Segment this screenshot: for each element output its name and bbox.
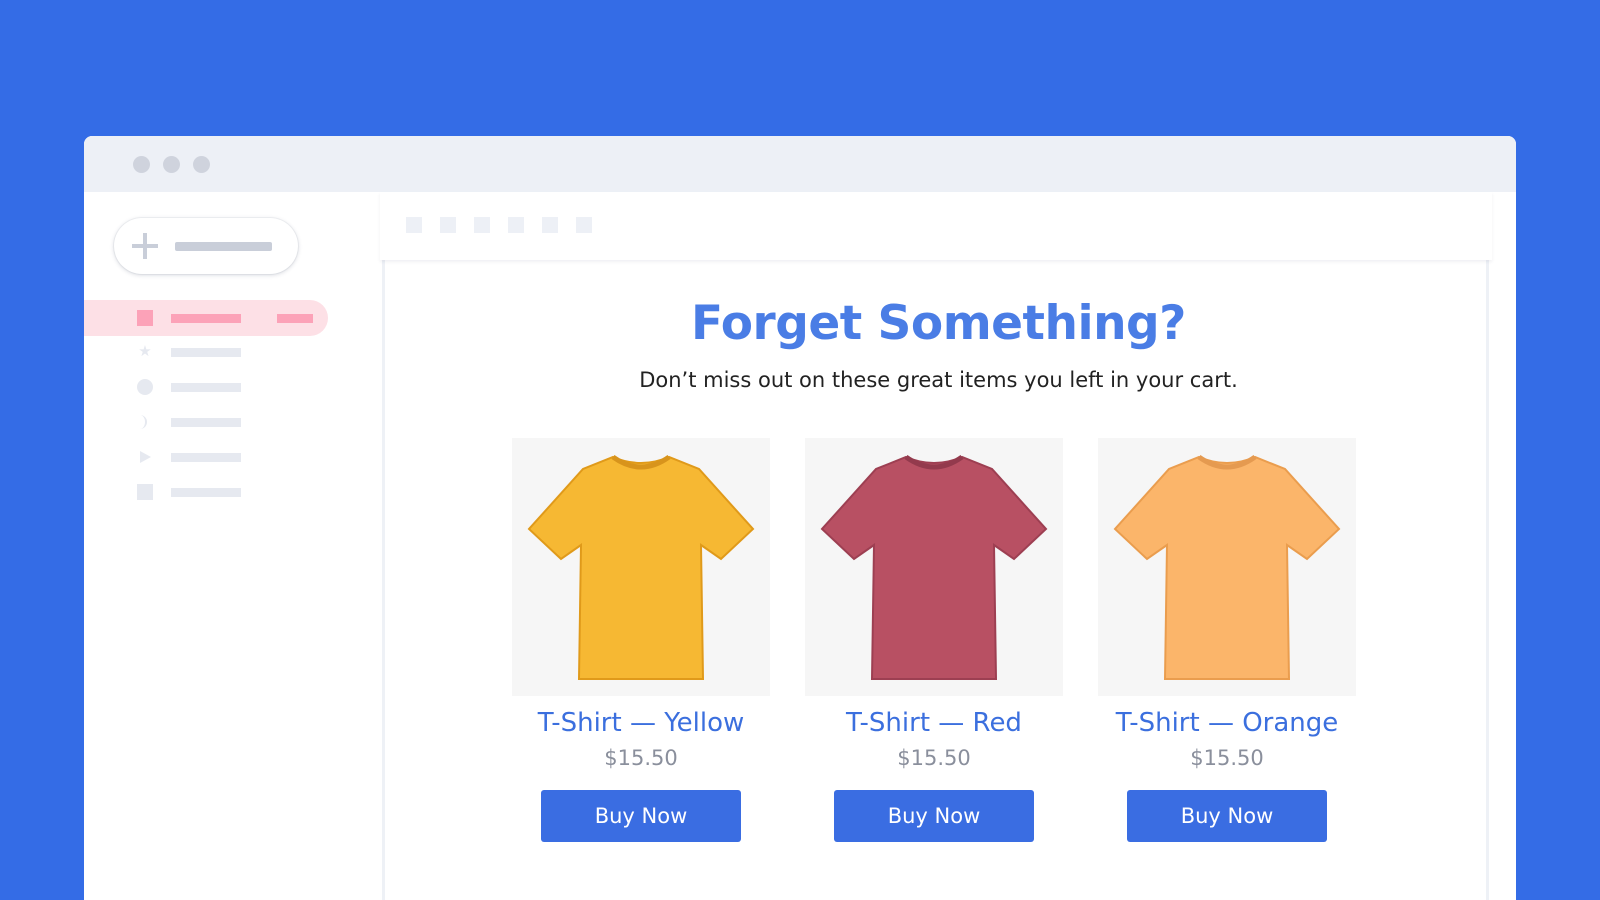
buy-now-button[interactable]: Buy Now	[1127, 790, 1327, 842]
inbox-icon	[137, 310, 153, 326]
buy-now-button[interactable]: Buy Now	[834, 790, 1034, 842]
window-maximize-dot[interactable]	[193, 156, 210, 173]
email-subtitle: Don’t miss out on these great items you …	[639, 368, 1238, 392]
delete-icon[interactable]	[474, 217, 490, 233]
moon-icon	[137, 414, 153, 430]
product-price: $15.50	[1190, 746, 1264, 770]
sidebar-item-snoozed[interactable]	[84, 369, 328, 405]
sidebar-label-placeholder	[171, 383, 241, 392]
window-minimize-dot[interactable]	[163, 156, 180, 173]
email-body: Forget Something? Don’t miss out on thes…	[382, 260, 1489, 900]
send-icon	[137, 449, 153, 465]
compose-button[interactable]	[114, 218, 298, 274]
sidebar-item-drafts[interactable]	[84, 474, 328, 510]
tshirt-icon	[527, 454, 755, 680]
product-card: T-Shirt — Red $15.50 Buy Now	[805, 438, 1063, 842]
product-price: $15.50	[897, 746, 971, 770]
sidebar-label-placeholder	[171, 314, 241, 323]
tshirt-icon	[820, 454, 1048, 680]
product-image[interactable]	[805, 438, 1063, 696]
buy-now-button[interactable]: Buy Now	[541, 790, 741, 842]
sidebar-item-inbox[interactable]	[84, 300, 328, 336]
draft-icon	[137, 484, 153, 500]
product-name[interactable]: T-Shirt — Yellow	[512, 708, 770, 738]
product-image[interactable]	[512, 438, 770, 696]
tshirt-shape	[527, 455, 755, 680]
sidebar-item-starred[interactable]: ★	[84, 334, 328, 370]
unread-count-placeholder	[277, 314, 313, 323]
label-icon[interactable]	[576, 217, 592, 233]
product-card: T-Shirt — Orange $15.50 Buy Now	[1098, 438, 1356, 842]
product-name[interactable]: T-Shirt — Red	[805, 708, 1063, 738]
tshirt-shape	[820, 455, 1048, 680]
compose-label-placeholder	[175, 242, 272, 251]
tshirt-shape	[1113, 455, 1341, 680]
title-bar	[84, 136, 1516, 192]
mail-client-window: ★ Forget Something? Don’t miss out on th…	[84, 136, 1516, 900]
message-toolbar	[380, 192, 1492, 260]
product-price: $15.50	[604, 746, 678, 770]
sidebar-item-important[interactable]	[84, 404, 328, 440]
sidebar-label-placeholder	[171, 418, 241, 427]
mark-unread-icon[interactable]	[508, 217, 524, 233]
sidebar-label-placeholder	[171, 348, 241, 357]
clock-icon	[137, 379, 153, 395]
product-image[interactable]	[1098, 438, 1356, 696]
product-name[interactable]: T-Shirt — Orange	[1098, 708, 1356, 738]
product-card: T-Shirt — Yellow $15.50 Buy Now	[512, 438, 770, 842]
email-headline: Forget Something?	[691, 296, 1186, 351]
plus-icon	[132, 233, 158, 259]
star-icon: ★	[138, 343, 152, 360]
window-close-dot[interactable]	[133, 156, 150, 173]
sidebar-label-placeholder	[171, 453, 241, 462]
snooze-icon[interactable]	[542, 217, 558, 233]
tshirt-icon	[1113, 454, 1341, 680]
sidebar-label-placeholder	[171, 488, 241, 497]
archive-icon[interactable]	[406, 217, 422, 233]
report-icon[interactable]	[440, 217, 456, 233]
sidebar-item-sent[interactable]	[84, 439, 328, 475]
